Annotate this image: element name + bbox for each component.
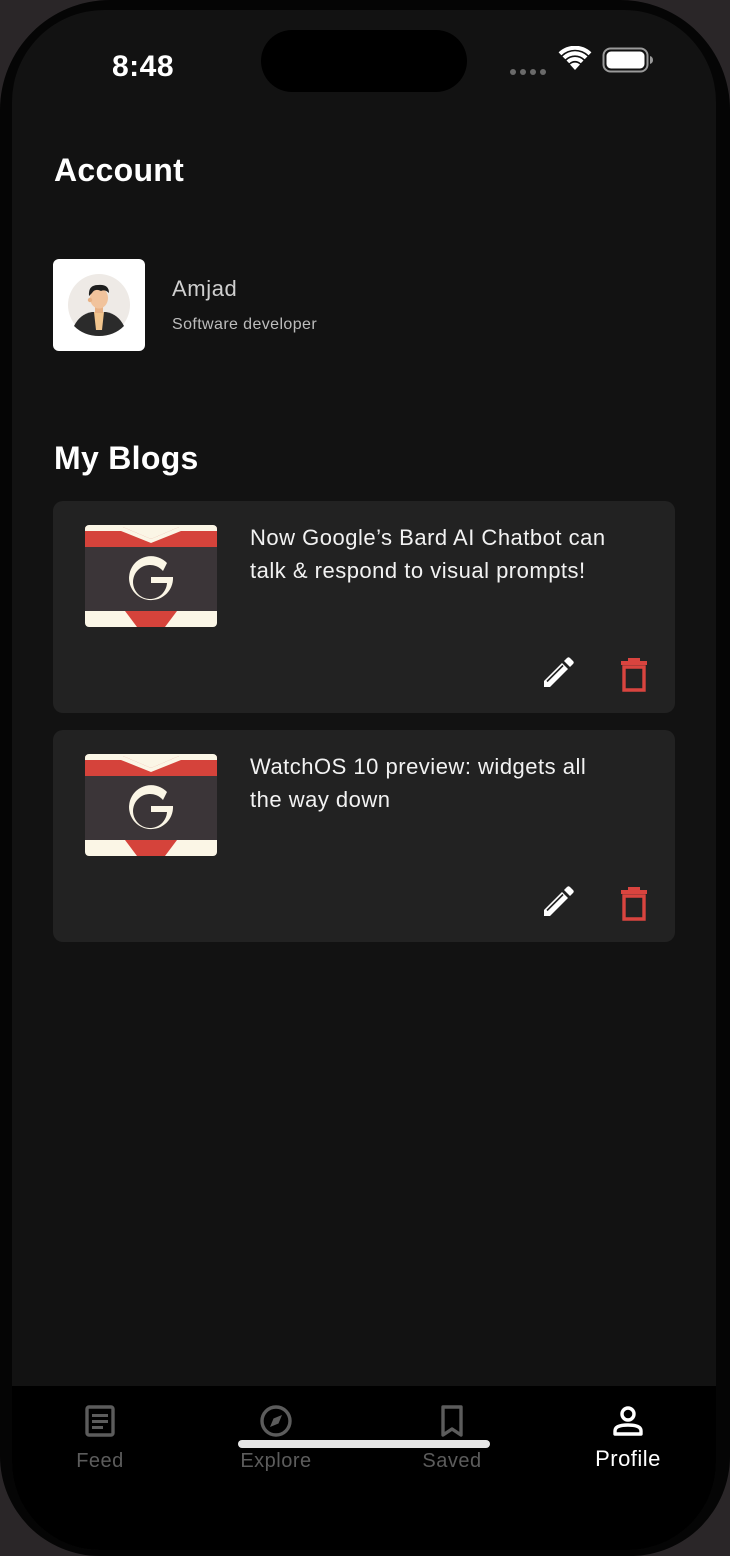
battery-icon bbox=[602, 47, 653, 73]
avatar[interactable] bbox=[53, 259, 145, 351]
blog-title-line: WatchOS 10 preview: widgets all bbox=[250, 754, 587, 779]
edit-icon[interactable] bbox=[538, 884, 576, 922]
blog-card[interactable]: Now Google’s Bard AI Chatbot can talk & … bbox=[53, 501, 675, 713]
nav-label: Explore bbox=[240, 1450, 312, 1472]
nav-item-profile[interactable]: Profile bbox=[540, 1404, 716, 1476]
account-heading: Account bbox=[54, 152, 185, 188]
trash-icon[interactable] bbox=[615, 884, 653, 922]
blog-title-line: the way down bbox=[250, 787, 391, 812]
bookmark-icon bbox=[441, 1405, 463, 1437]
nav-item-feed[interactable]: Feed bbox=[12, 1404, 188, 1476]
my-blogs-heading: My Blogs bbox=[54, 440, 199, 476]
document-icon bbox=[85, 1405, 115, 1437]
bottom-navigation: Feed Explore Saved Profile bbox=[12, 1386, 716, 1550]
trash-icon[interactable] bbox=[615, 655, 653, 693]
nav-label: Feed bbox=[76, 1450, 124, 1472]
nav-label: Saved bbox=[422, 1450, 482, 1472]
app-screen: 8:48 Account Amjad Software developer My… bbox=[12, 10, 716, 1550]
status-icons bbox=[510, 46, 660, 76]
edit-icon[interactable] bbox=[538, 655, 576, 693]
nav-label: Profile bbox=[595, 1446, 661, 1471]
signal-icon bbox=[510, 62, 550, 80]
blog-thumbnail bbox=[85, 525, 217, 627]
person-icon bbox=[613, 1406, 643, 1436]
dynamic-island bbox=[261, 30, 467, 92]
blog-card[interactable]: WatchOS 10 preview: widgets all the way … bbox=[53, 730, 675, 942]
blog-title-line: Now Google’s Bard AI Chatbot can bbox=[250, 525, 606, 550]
phone-frame: 8:48 Account Amjad Software developer My… bbox=[0, 0, 730, 1556]
avatar-illustration bbox=[68, 274, 130, 336]
google-logo-image bbox=[85, 525, 217, 627]
status-time: 8:48 bbox=[112, 50, 175, 83]
blog-title-line: talk & respond to visual prompts! bbox=[250, 558, 586, 583]
blog-thumbnail bbox=[85, 754, 217, 856]
wifi-icon bbox=[558, 46, 592, 70]
user-name: Amjad bbox=[172, 276, 238, 301]
user-role: Software developer bbox=[172, 316, 318, 333]
blog-title: Now Google’s Bard AI Chatbot can talk & … bbox=[250, 521, 650, 587]
home-indicator[interactable] bbox=[238, 1440, 490, 1448]
google-logo-image bbox=[85, 754, 217, 856]
blog-title: WatchOS 10 preview: widgets all the way … bbox=[250, 750, 650, 816]
compass-icon bbox=[260, 1405, 292, 1437]
